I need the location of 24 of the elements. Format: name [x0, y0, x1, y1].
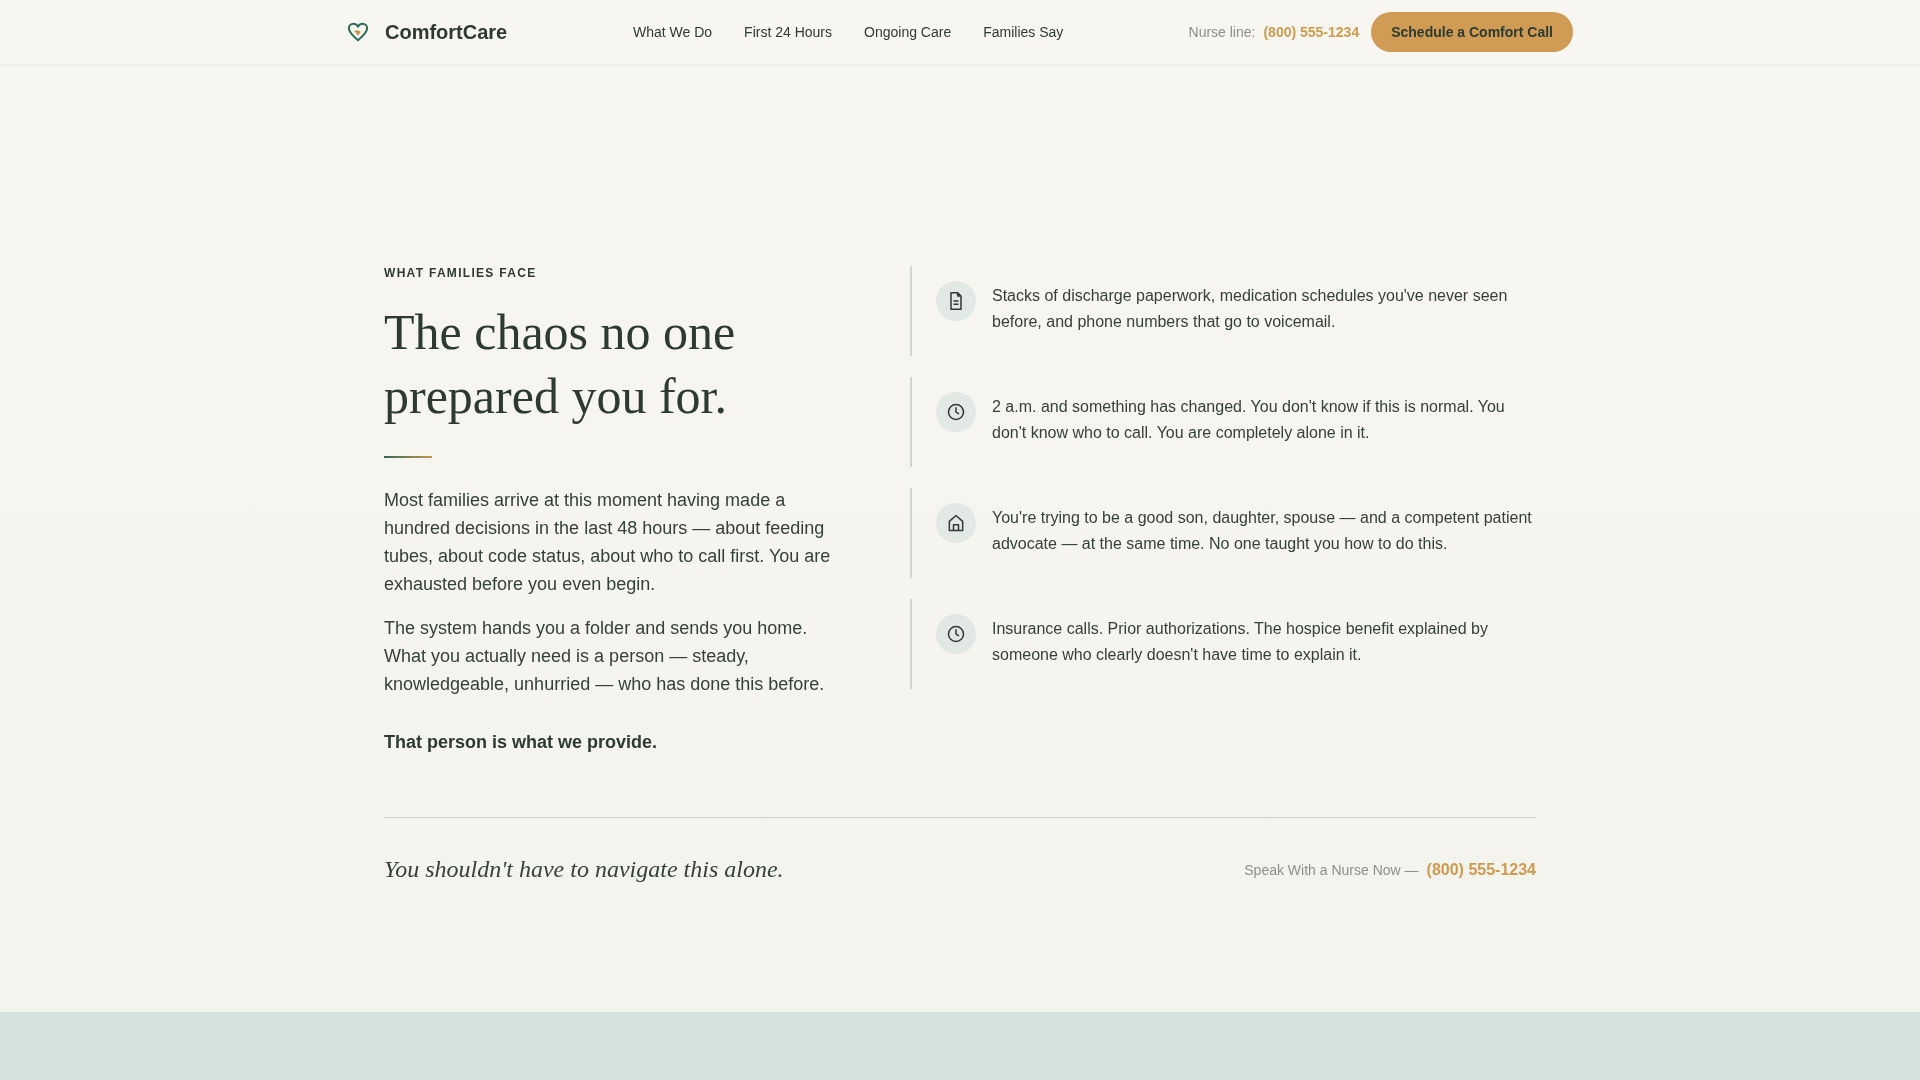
section-heading: The chaos no one prepared you for.: [384, 303, 737, 426]
clock-icon: [936, 392, 976, 432]
schedule-button[interactable]: Schedule a Comfort Call: [1371, 12, 1573, 52]
nurse-line-label: Nurse line:: [1188, 24, 1256, 40]
nav-link[interactable]: What We Do: [633, 24, 713, 40]
closing-statement: That person is what we provide.: [384, 732, 659, 753]
concern-text: 2 a.m. and something has changed. You don't know if this is normal. You don't know who to call. You are completely alone in it.: [992, 397, 1506, 443]
nav-link[interactable]: Ongoing Care: [864, 24, 952, 40]
tagline: You shouldn't have to navigate this alone.: [384, 856, 784, 883]
concern-text: Stacks of discharge paperwork, medication schedules you've never seen before, and phone numbers that go to voicemail.: [992, 286, 1509, 332]
nav-link[interactable]: Families Say: [983, 24, 1064, 40]
body-paragraph: The system hands you a folder and sends you home. What you actually need is a person — steady, knowledgeable, unhurried — who has done this before.: [384, 617, 826, 696]
concern-text: Insurance calls. Prior authorizations. The hospice benefit explained by someone who clearly doesn't have time to explain it.: [992, 619, 1489, 665]
nav-link[interactable]: First 24 Hours: [744, 24, 833, 40]
house-icon: [936, 503, 976, 543]
heart-logo-icon: [347, 21, 369, 43]
brand-name[interactable]: ComfortCare: [385, 20, 508, 44]
concern-text: You're trying to be a good son, daughter, spouse — and a competent patient advocate — at the same time. No one taught you how to do this.: [992, 508, 1533, 554]
document-icon: [936, 281, 976, 321]
accent-rule: [384, 456, 432, 458]
body-paragraph: Most families arrive at this moment having made a hundred decisions in the last 48 hours — about feeding tubes, about code status, about who to call first. You are exhausted before you even begin.: [384, 489, 832, 596]
clock-icon: [936, 614, 976, 654]
eyebrow-label: WHAT FAMILIES FACE: [384, 266, 538, 280]
nurse-cta-label: Speak With a Nurse Now —: [1244, 861, 1419, 878]
